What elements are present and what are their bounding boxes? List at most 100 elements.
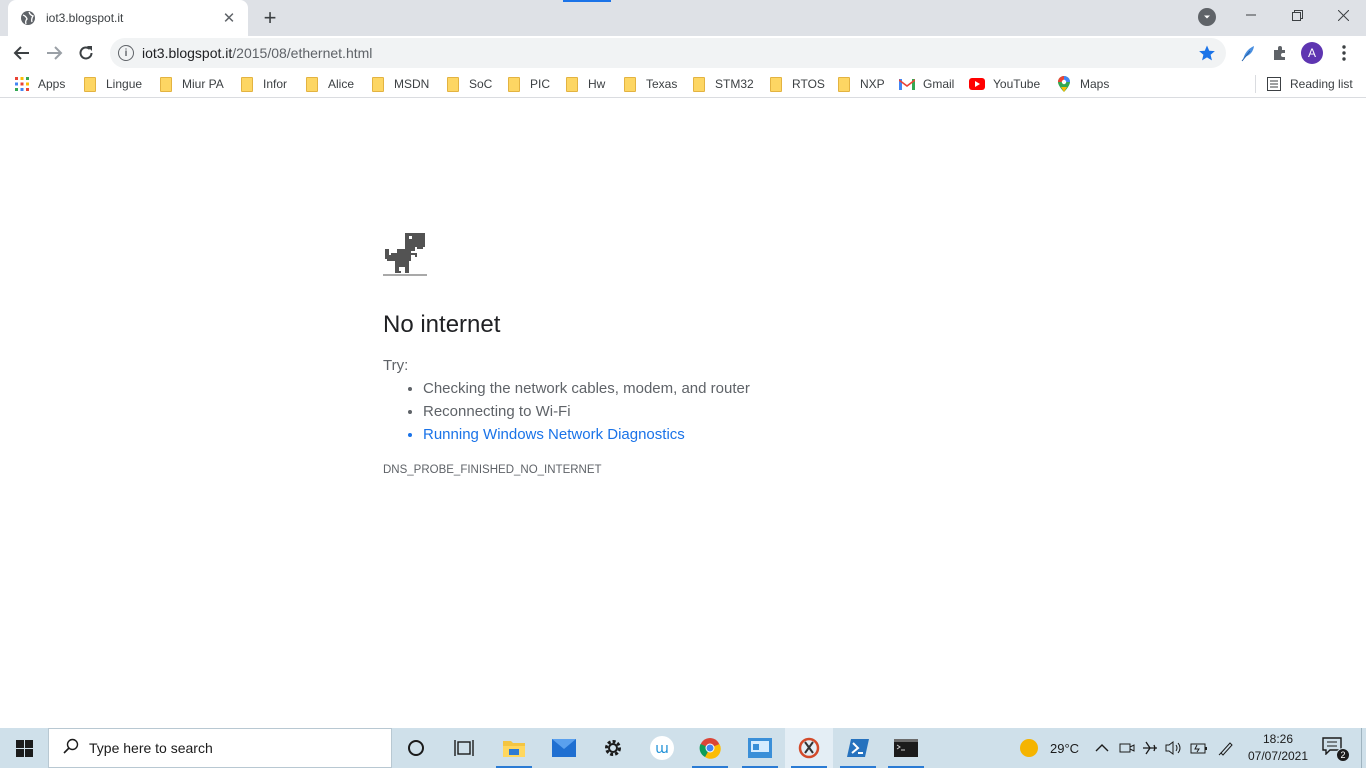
close-window-button[interactable] xyxy=(1320,0,1366,30)
bookmark-folder-nxp[interactable]: NXP xyxy=(836,74,885,94)
site-info-icon[interactable]: i xyxy=(118,45,134,61)
bookmark-maps[interactable]: Maps xyxy=(1056,74,1109,94)
bookmark-folder-texas[interactable]: Texas xyxy=(622,74,677,94)
sun-icon xyxy=(1020,739,1038,757)
folder-icon xyxy=(82,76,98,92)
weather-widget[interactable]: 29°C xyxy=(1020,728,1079,768)
bookmarks-bar: Apps Lingue Miur PA Infor Alice MSDN SoC… xyxy=(0,70,1366,98)
search-icon xyxy=(63,738,79,759)
meet-now-icon[interactable] xyxy=(1119,728,1135,768)
folder-icon xyxy=(158,76,174,92)
restore-button[interactable] xyxy=(1274,0,1320,30)
folder-icon xyxy=(768,76,784,92)
bookmark-folder-lingue[interactable]: Lingue xyxy=(82,74,142,94)
maps-icon xyxy=(1056,76,1072,92)
control-panel-app[interactable] xyxy=(736,728,784,768)
bookmark-folder-msdn[interactable]: MSDN xyxy=(370,74,429,94)
tab-close-icon[interactable]: ✕ xyxy=(220,9,238,27)
browser-toolbar: i iot3.blogspot.it/2015/08/ethernet.html… xyxy=(0,36,1366,70)
taskbar-search-box[interactable]: Type here to search xyxy=(48,728,392,768)
error-page: No internet Try: Checking the network ca… xyxy=(0,99,1366,728)
writer-app[interactable]: ɯ xyxy=(638,728,686,768)
minimize-button[interactable] xyxy=(1228,0,1274,30)
chrome-app[interactable] xyxy=(686,728,734,768)
reload-button[interactable] xyxy=(72,39,100,67)
bookmark-apps[interactable]: Apps xyxy=(14,74,65,94)
error-title: No internet xyxy=(383,311,501,338)
show-hidden-icons-button[interactable] xyxy=(1095,728,1109,768)
apps-grid-icon xyxy=(14,76,30,92)
svg-text:ɯ: ɯ xyxy=(655,741,669,757)
folder-icon xyxy=(304,76,320,92)
cortana-button[interactable] xyxy=(392,728,440,768)
start-button[interactable] xyxy=(0,728,48,768)
folder-icon xyxy=(836,76,852,92)
suggestion-reconnect-wifi: Reconnecting to Wi-Fi xyxy=(423,402,750,425)
forward-button[interactable] xyxy=(40,39,68,67)
folder-icon xyxy=(564,76,580,92)
tab-active[interactable]: iot3.blogspot.it ✕ xyxy=(8,0,248,36)
powershell-app[interactable] xyxy=(834,728,882,768)
tab-title: iot3.blogspot.it xyxy=(46,11,124,25)
folder-icon xyxy=(691,76,707,92)
bookmark-folder-hw[interactable]: Hw xyxy=(564,74,605,94)
task-view-button[interactable] xyxy=(440,728,488,768)
suggestions-list: Checking the network cables, modem, and … xyxy=(423,379,750,448)
extensions-puzzle-icon[interactable] xyxy=(1268,41,1292,65)
youtube-icon xyxy=(969,76,985,92)
search-placeholder: Type here to search xyxy=(89,740,213,756)
folder-icon xyxy=(506,76,522,92)
gmail-icon xyxy=(899,76,915,92)
bookmark-folder-pic[interactable]: PIC xyxy=(506,74,550,94)
folder-icon xyxy=(239,76,255,92)
pen-workspace-icon[interactable] xyxy=(1218,728,1234,768)
command-prompt-app[interactable] xyxy=(882,728,930,768)
globe-icon xyxy=(20,10,36,26)
clock-date: 07/07/2021 xyxy=(1247,749,1309,763)
bookmark-folder-alice[interactable]: Alice xyxy=(304,74,354,94)
menu-kebab-icon[interactable] xyxy=(1332,41,1356,65)
feather-extension-icon[interactable] xyxy=(1236,41,1260,65)
bookmark-folder-stm32[interactable]: STM32 xyxy=(691,74,754,94)
snipping-tool-app[interactable] xyxy=(785,728,833,768)
url-text[interactable]: iot3.blogspot.it/2015/08/ethernet.html xyxy=(142,45,372,61)
network-diagnostics-link[interactable]: Running Windows Network Diagnostics xyxy=(423,425,750,448)
mail-app[interactable] xyxy=(540,728,588,768)
system-clock[interactable]: 18:26 07/07/2021 xyxy=(1240,731,1316,765)
bookmark-folder-rtos[interactable]: RTOS xyxy=(768,74,825,94)
bookmark-star-icon[interactable] xyxy=(1198,44,1216,62)
bookmark-folder-soc[interactable]: SoC xyxy=(445,74,492,94)
reading-list-button[interactable]: Reading list xyxy=(1266,74,1353,94)
try-label: Try: xyxy=(383,357,409,374)
show-desktop-button[interactable] xyxy=(1361,728,1362,768)
address-bar[interactable]: i iot3.blogspot.it/2015/08/ethernet.html xyxy=(110,38,1226,68)
reading-list-icon xyxy=(1266,76,1282,92)
suggestion-check-cables: Checking the network cables, modem, and … xyxy=(423,379,750,402)
bookmark-folder-miur-pa[interactable]: Miur PA xyxy=(158,74,224,94)
battery-icon[interactable] xyxy=(1190,728,1208,768)
tab-search-button[interactable] xyxy=(1198,8,1216,26)
airplane-mode-icon[interactable] xyxy=(1142,728,1158,768)
clock-time: 18:26 xyxy=(1262,732,1294,746)
folder-icon xyxy=(445,76,461,92)
weather-temperature: 29°C xyxy=(1050,740,1080,756)
error-code: DNS_PROBE_FINISHED_NO_INTERNET xyxy=(383,464,602,476)
bookmark-gmail[interactable]: Gmail xyxy=(899,74,954,94)
windows-taskbar: Type here to search ɯ 29°C 18:26 07/07/2… xyxy=(0,728,1366,768)
action-center-button[interactable]: 2 xyxy=(1322,737,1350,762)
bookmark-youtube[interactable]: YouTube xyxy=(969,74,1040,94)
drag-indicator xyxy=(563,0,611,2)
file-explorer-app[interactable] xyxy=(490,728,538,768)
notification-count-badge: 2 xyxy=(1336,748,1350,762)
back-button[interactable] xyxy=(8,39,36,67)
bookmarks-separator xyxy=(1255,75,1256,93)
volume-icon[interactable] xyxy=(1165,728,1183,768)
folder-icon xyxy=(622,76,638,92)
folder-icon xyxy=(370,76,386,92)
offline-dinosaur-icon[interactable] xyxy=(383,231,427,277)
tab-strip: iot3.blogspot.it ✕ + xyxy=(0,0,1366,36)
profile-avatar[interactable]: A xyxy=(1300,41,1324,65)
bookmark-folder-infor[interactable]: Infor xyxy=(239,74,287,94)
new-tab-button[interactable]: + xyxy=(258,5,282,30)
settings-app[interactable] xyxy=(589,728,637,768)
